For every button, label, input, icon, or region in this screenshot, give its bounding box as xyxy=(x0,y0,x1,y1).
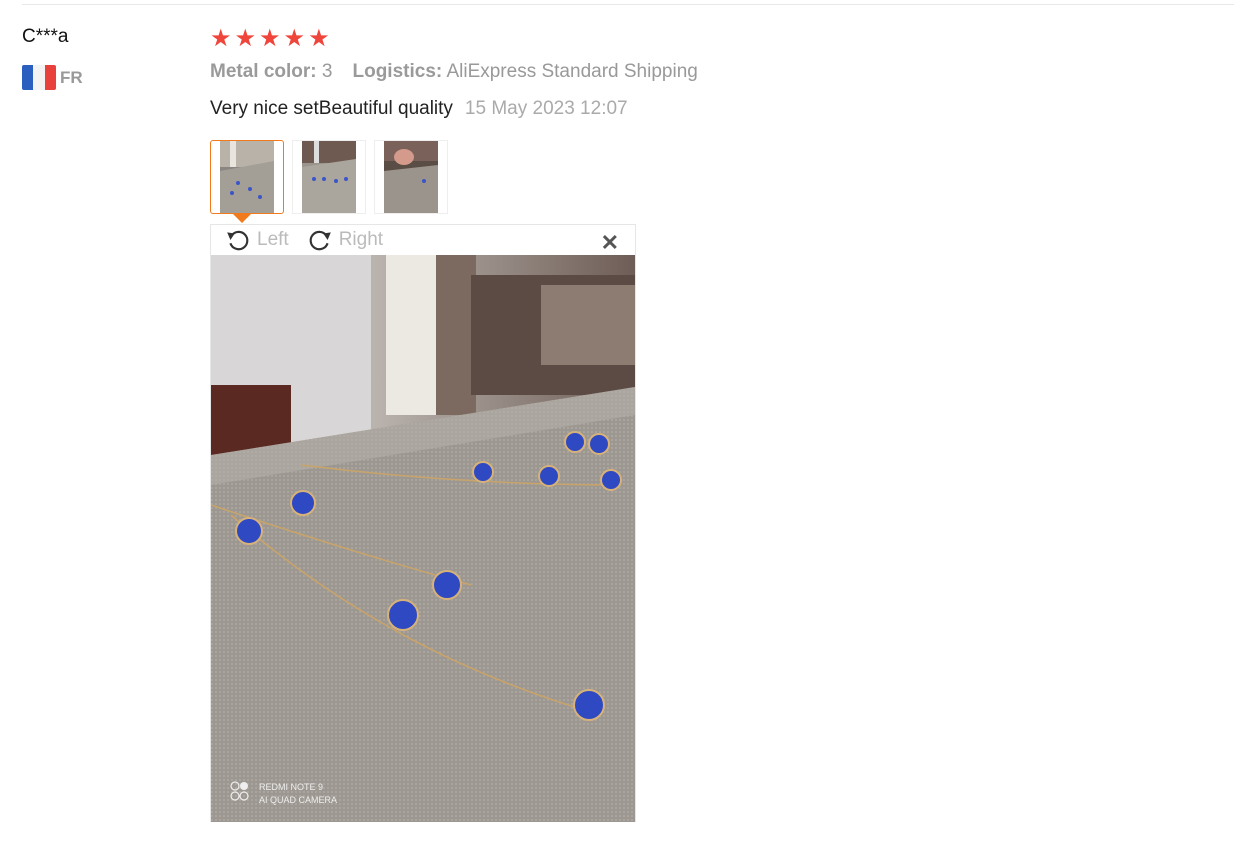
star-icon: ★ xyxy=(308,25,330,52)
rotate-left-button[interactable]: Left xyxy=(225,227,289,253)
metal-color-label: Metal color: xyxy=(210,61,317,82)
star-icon: ★ xyxy=(234,25,257,52)
logistics-value: AliExpress Standard Shipping xyxy=(446,61,698,82)
thumbnail-3[interactable] xyxy=(374,140,448,214)
review-thumbnails xyxy=(210,140,448,214)
star-icon: ★ xyxy=(210,25,232,52)
thumbnail-image xyxy=(302,141,356,213)
country-code: FR xyxy=(60,67,83,87)
star-icon: ★ xyxy=(259,25,281,52)
watermark-line2: AI QUAD CAMERA xyxy=(259,795,337,805)
reviewer-name: C***a xyxy=(22,26,69,47)
thumbnail-image xyxy=(384,141,438,213)
france-flag-icon xyxy=(22,65,56,90)
metal-color-value: 3 xyxy=(321,61,333,82)
watermark-line1: REDMI NOTE 9 xyxy=(259,782,323,792)
thumbnail-image xyxy=(220,141,274,213)
review-body: Very nice setBeautiful quality 15 May 20… xyxy=(210,98,628,120)
metal-color: Metal color: 3 xyxy=(210,61,332,83)
rotate-left-icon xyxy=(227,230,249,251)
image-viewer: Left Right ✕ REDMI NOTE 9 AI QUAD CAMERA xyxy=(210,224,636,822)
rotate-right-icon xyxy=(309,230,331,251)
star-icon: ★ xyxy=(283,25,306,52)
divider xyxy=(22,4,1234,5)
review-photo: REDMI NOTE 9 AI QUAD CAMERA xyxy=(211,255,635,822)
reviewer-country: FR xyxy=(22,65,83,90)
rotate-right-button[interactable]: Right xyxy=(307,227,383,253)
star-rating: ★ ★ ★ ★ ★ xyxy=(210,27,330,51)
rotate-right-label: Right xyxy=(338,229,384,250)
viewer-toolbar: Left Right ✕ xyxy=(211,225,635,255)
rotate-left-label: Left xyxy=(257,229,289,250)
logistics-label: Logistics: xyxy=(352,61,443,82)
thumbnail-2[interactable] xyxy=(292,140,366,214)
active-thumbnail-caret xyxy=(233,214,251,223)
review-meta: Metal color: 3 Logistics: AliExpress Sta… xyxy=(210,61,698,83)
logistics: Logistics: AliExpress Standard Shipping xyxy=(352,61,697,83)
review-date: 15 May 2023 12:07 xyxy=(464,98,628,119)
review-text: Very nice setBeautiful quality xyxy=(210,98,453,119)
thumbnail-1[interactable] xyxy=(210,140,284,214)
close-icon[interactable]: ✕ xyxy=(601,230,619,256)
